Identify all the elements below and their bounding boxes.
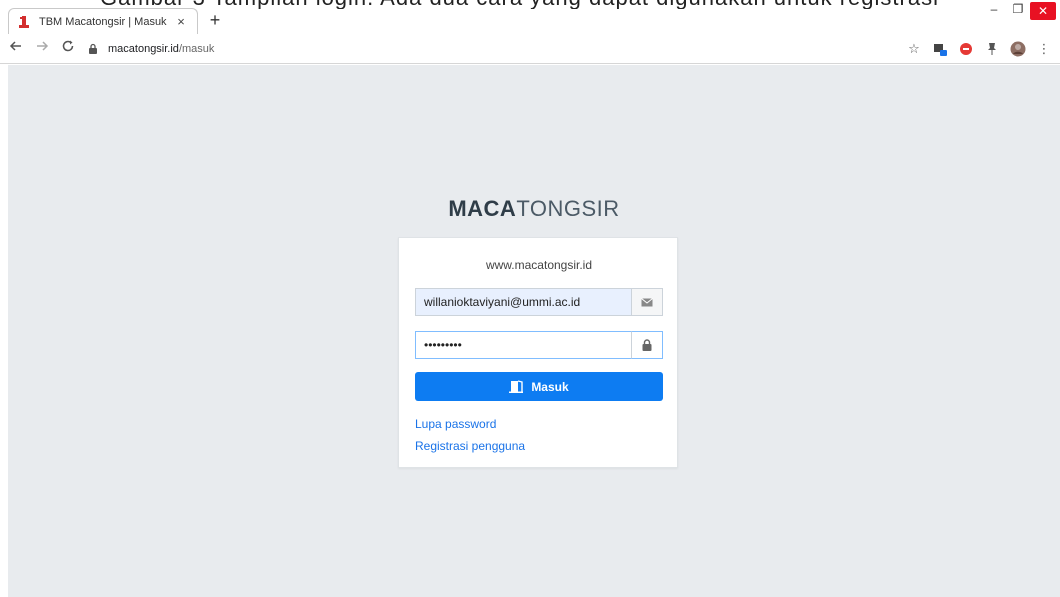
window-controls: – ❐ ✕ [982,0,1060,22]
login-card: www.macatongsir.id Masuk Lupa password R… [398,237,678,468]
back-button[interactable] [6,39,26,59]
forgot-password-link[interactable]: Lupa password [415,417,496,431]
minimize-button[interactable]: – [982,0,1006,18]
profile-avatar-icon[interactable] [1010,41,1026,57]
lock-icon [88,43,100,55]
bookmark-star-icon[interactable]: ☆ [906,41,922,57]
new-tab-button[interactable]: + [205,10,225,30]
url-host: macatongsir.id [108,43,179,55]
register-user-link[interactable]: Registrasi pengguna [415,439,525,453]
brand-bold: MACA [448,196,517,221]
browser-window: Gambar 3 Tampilan login. Ada dua cara ya… [0,0,1060,597]
restore-button[interactable]: ❐ [1006,0,1030,18]
browser-menu-icon[interactable]: ⋮ [1036,41,1052,57]
brand-title: MACATONGSIR [8,196,1060,222]
extensions-pin-icon[interactable] [984,41,1000,57]
browser-tab[interactable]: TBM Macatongsir | Masuk × [8,8,198,34]
tab-close-button[interactable]: × [173,14,189,29]
address-bar[interactable]: macatongsir.id/masuk [88,38,908,60]
login-submit-button[interactable]: Masuk [415,372,663,401]
url-text: macatongsir.id/masuk [108,43,214,55]
site-favicon-icon [17,15,31,29]
login-submit-label: Masuk [531,379,569,394]
password-field[interactable] [415,331,631,359]
url-path: /masuk [178,43,215,55]
site-url-label: www.macatongsir.id [485,258,593,272]
browser-toolbar: macatongsir.id/masuk ☆ ⋮ [0,34,1060,64]
envelope-icon [631,288,663,316]
extension-puzzle-box-icon[interactable] [932,41,948,57]
reload-button[interactable] [58,39,78,59]
arrow-left-icon [9,40,21,51]
brand-light: TONGSIR [516,196,620,221]
tab-title: TBM Macatongsir | Masuk [39,15,167,28]
close-window-button[interactable]: ✕ [1030,2,1056,20]
email-input-group [415,288,663,316]
forward-button[interactable] [32,39,52,59]
door-enter-icon [509,380,524,393]
extension-block-icon[interactable] [958,41,974,57]
page-content: MACATONGSIR www.macatongsir.id Masuk Lup… [8,65,1060,597]
extensions-area: ☆ ⋮ [906,39,1052,59]
email-field[interactable] [415,288,631,316]
arrow-right-icon [37,40,49,51]
password-input-group [415,331,663,359]
reload-icon [62,40,74,51]
tab-strip: TBM Macatongsir | Masuk × + – ❐ ✕ [0,0,1060,34]
lock-icon [631,331,663,359]
